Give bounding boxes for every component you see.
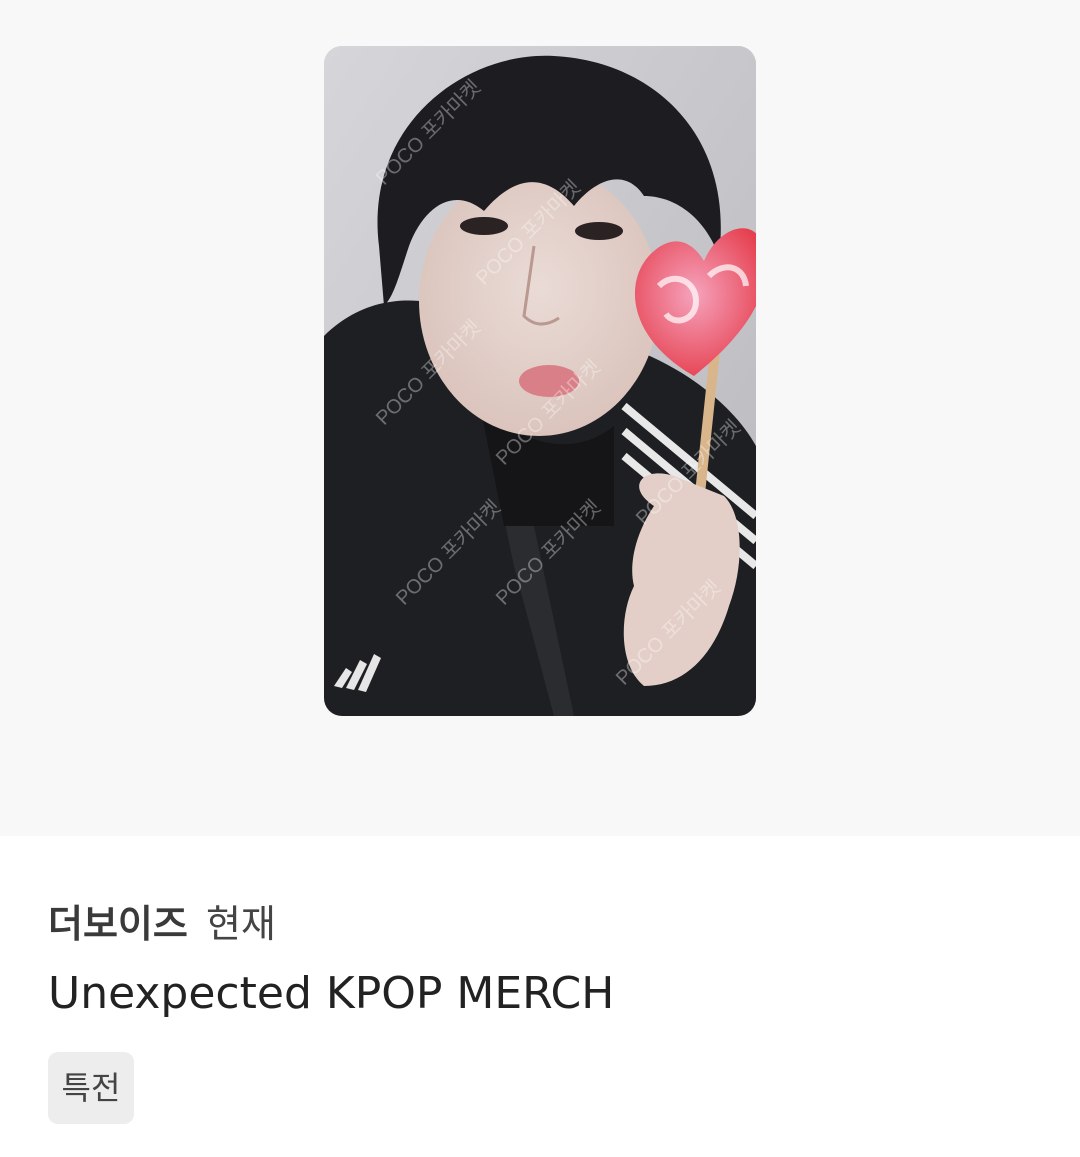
product-info: 더보이즈 현재 Unexpected KPOP MERCH 특전: [48, 896, 1032, 1124]
category-tag[interactable]: 특전: [48, 1052, 134, 1124]
photocard-illustration: POCO 포카마켓 POCO 포카마켓 POCO 포카마켓 POCO 포카마켓 …: [324, 46, 756, 716]
artist-member-line: 더보이즈 현재: [48, 896, 1032, 952]
product-image-area: POCO 포카마켓 POCO 포카마켓 POCO 포카마켓 POCO 포카마켓 …: [0, 0, 1080, 836]
photocard-image[interactable]: POCO 포카마켓 POCO 포카마켓 POCO 포카마켓 POCO 포카마켓 …: [324, 46, 756, 716]
product-title: Unexpected KPOP MERCH: [48, 968, 615, 1019]
artist-name[interactable]: 더보이즈: [48, 902, 188, 946]
member-name: 현재: [205, 902, 276, 946]
